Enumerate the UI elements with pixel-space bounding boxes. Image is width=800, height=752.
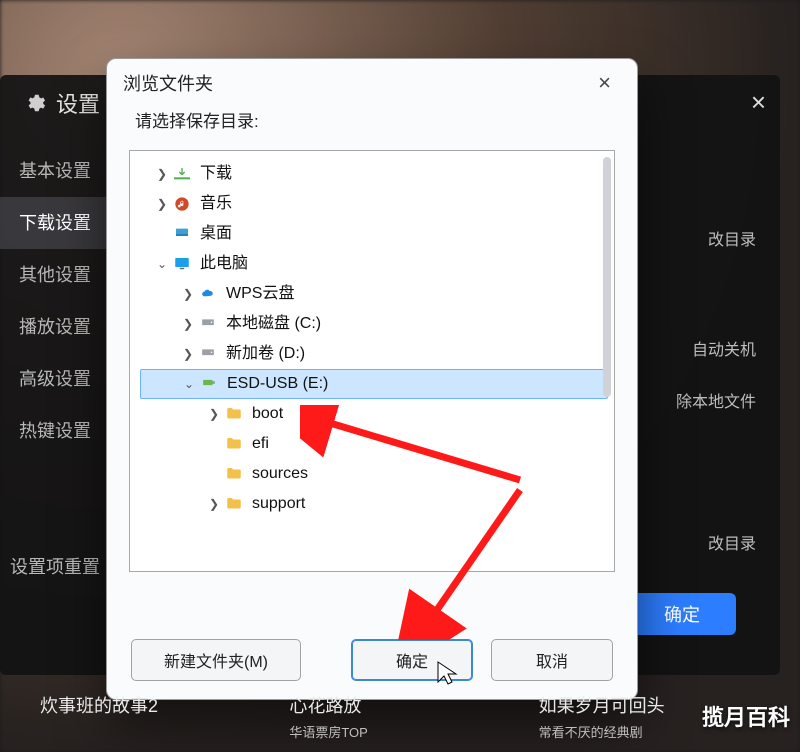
- settings-title: 设置: [24, 87, 100, 119]
- cancel-button[interactable]: 取消: [491, 639, 613, 681]
- strip-item-1[interactable]: 心花路放 华语票房TOP: [289, 692, 510, 741]
- folder-icon: [224, 434, 244, 454]
- tree-node-wps-[interactable]: ❯ WPS云盘: [140, 279, 608, 309]
- gear-icon: [24, 92, 46, 114]
- watermark-text: 揽月百科: [702, 700, 790, 732]
- tree-twisty-icon[interactable]: ❯: [206, 489, 222, 519]
- folder-icon: [224, 464, 244, 484]
- dialog-titlebar: 浏览文件夹 ×: [107, 59, 637, 107]
- settings-close-button[interactable]: ×: [751, 87, 766, 118]
- right-label-1: 自动关机: [676, 325, 756, 377]
- tree-node-label: 音乐: [200, 189, 232, 219]
- tree-node--d-[interactable]: ❯ 新加卷 (D:): [140, 339, 608, 369]
- sidebar-item-other[interactable]: 其他设置: [0, 249, 110, 301]
- tree-node--c-[interactable]: ❯ 本地磁盘 (C:): [140, 309, 608, 339]
- dl-icon: [172, 164, 192, 184]
- cloud-icon: [198, 284, 218, 304]
- tree-node-label: support: [252, 489, 305, 519]
- sidebar-item-reset[interactable]: 设置项重置: [0, 541, 110, 593]
- tree-node-label: 此电脑: [200, 249, 248, 279]
- music-icon: [172, 194, 192, 214]
- tree-scrollbar[interactable]: [603, 157, 611, 397]
- folder-icon: [224, 494, 244, 514]
- tree-node-esd-usb-e-[interactable]: ⌄ ESD-USB (E:): [140, 369, 608, 399]
- tree-node-label: boot: [252, 399, 283, 429]
- dialog-instruction: 请选择保存目录:: [107, 107, 637, 146]
- dialog-close-button[interactable]: ×: [588, 66, 621, 100]
- settings-title-text: 设置: [56, 87, 100, 119]
- sidebar-item-basic[interactable]: 基本设置: [0, 145, 110, 197]
- tree-node-label: 本地磁盘 (C:): [226, 309, 321, 339]
- tree-twisty-icon[interactable]: ❯: [154, 159, 170, 189]
- tree-node-label: sources: [252, 459, 308, 489]
- dialog-footer: 新建文件夹(M) 确定 取消: [107, 639, 637, 681]
- strip-title-0: 炊事班的故事2: [40, 692, 261, 718]
- strip-item-0[interactable]: 炊事班的故事2: [40, 692, 261, 722]
- tree-node--[interactable]: 桌面: [140, 219, 608, 249]
- dialog-title: 浏览文件夹: [123, 70, 213, 96]
- desktop-icon: [172, 224, 192, 244]
- monitor-icon: [172, 254, 192, 274]
- tree-twisty-icon[interactable]: ❯: [180, 309, 196, 339]
- tree-node-boot[interactable]: ❯ boot: [140, 399, 608, 429]
- sidebar-item-download[interactable]: 下载设置: [0, 197, 110, 249]
- sidebar-item-advanced[interactable]: 高级设置: [0, 353, 110, 405]
- disk-icon: [198, 314, 218, 334]
- tree-node-label: WPS云盘: [226, 279, 294, 309]
- tree-node-support[interactable]: ❯ support: [140, 489, 608, 519]
- tree-node-efi[interactable]: efi: [140, 429, 608, 459]
- sidebar-item-hotkey[interactable]: 热键设置: [0, 405, 110, 457]
- settings-right-labels: 改目录 自动关机 除本地文件 改目录: [676, 215, 756, 571]
- tree-twisty-icon[interactable]: ❯: [206, 399, 222, 429]
- tree-node--[interactable]: ⌄ 此电脑: [140, 249, 608, 279]
- settings-sidebar: 基本设置 下载设置 其他设置 播放设置 高级设置 热键设置 设置项重置: [0, 145, 110, 593]
- disk-icon: [198, 344, 218, 364]
- settings-ok-button[interactable]: 确定: [628, 593, 736, 635]
- new-folder-button[interactable]: 新建文件夹(M): [131, 639, 301, 681]
- right-label-2: 除本地文件: [676, 377, 756, 429]
- tree-node--[interactable]: ❯ 下载: [140, 159, 608, 189]
- tree-node-label: ESD-USB (E:): [227, 369, 328, 399]
- tree-node--[interactable]: ❯ 音乐: [140, 189, 608, 219]
- right-label-3: 改目录: [676, 519, 756, 571]
- strip-title-1: 心花路放: [289, 692, 510, 718]
- movie-strip: 炊事班的故事2 心花路放 华语票房TOP 如果岁月可回头 常看不厌的经典剧: [0, 692, 800, 752]
- ok-button[interactable]: 确定: [351, 639, 473, 681]
- strip-sub-1: 华语票房TOP: [289, 722, 510, 741]
- tree-twisty-icon[interactable]: ⌄: [181, 369, 197, 399]
- tree-twisty-icon[interactable]: ❯: [180, 339, 196, 369]
- browse-folder-dialog: 浏览文件夹 × 请选择保存目录: ❯下载❯音乐桌面⌄此电脑❯WPS云盘❯本地磁盘…: [106, 58, 638, 700]
- sidebar-item-play[interactable]: 播放设置: [0, 301, 110, 353]
- tree-node-label: 新加卷 (D:): [226, 339, 305, 369]
- usb-icon: [199, 374, 219, 394]
- folder-icon: [224, 404, 244, 424]
- tree-node-label: 桌面: [200, 219, 232, 249]
- tree-twisty-icon[interactable]: ❯: [180, 279, 196, 309]
- right-label-0: 改目录: [676, 215, 756, 267]
- tree-node-label: efi: [252, 429, 269, 459]
- tree-twisty-icon[interactable]: ⌄: [154, 249, 170, 279]
- tree-node-sources[interactable]: sources: [140, 459, 608, 489]
- tree-node-label: 下载: [200, 159, 232, 189]
- folder-tree[interactable]: ❯下载❯音乐桌面⌄此电脑❯WPS云盘❯本地磁盘 (C:)❯新加卷 (D:)⌄ES…: [129, 150, 615, 572]
- tree-twisty-icon[interactable]: ❯: [154, 189, 170, 219]
